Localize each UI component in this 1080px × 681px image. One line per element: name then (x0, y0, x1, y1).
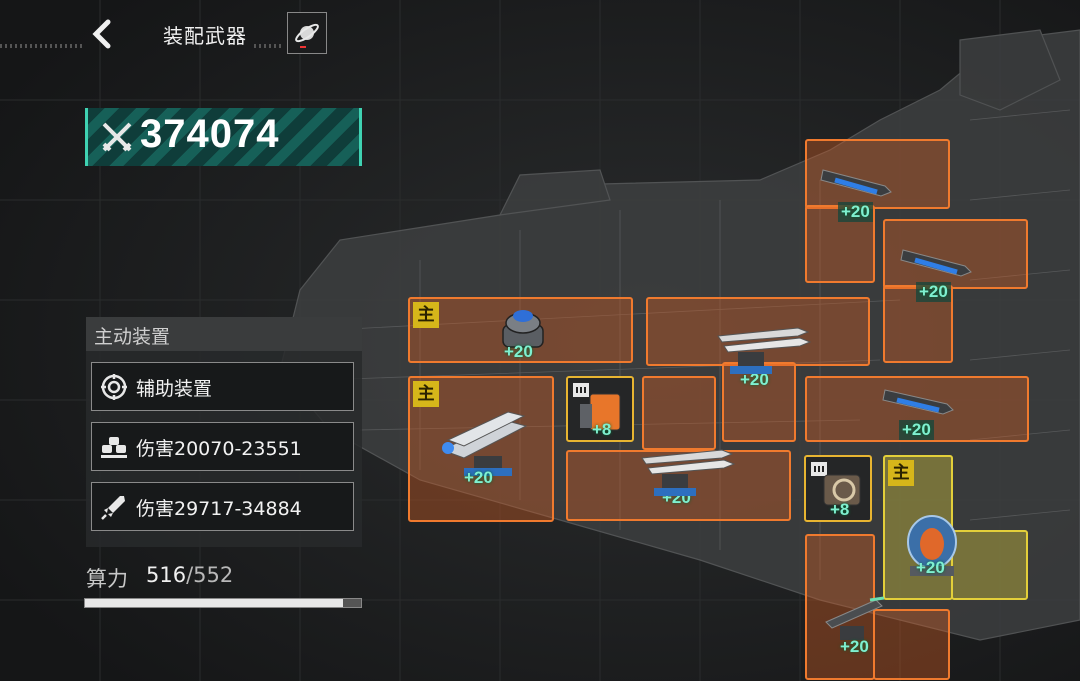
target-gear-icon (101, 374, 127, 400)
planet-button[interactable] (287, 12, 327, 54)
main-badge: 主 (413, 302, 439, 328)
bonus-label: +20 (464, 468, 493, 487)
weapon-slot-main-5[interactable]: 主 +20 (408, 376, 554, 522)
main-badge: 主 (888, 460, 914, 486)
panel-heading: 主动装置 (94, 326, 171, 348)
planet-icon (295, 23, 319, 48)
decor-stripe (0, 44, 84, 48)
compute-value: 516/552 (146, 563, 233, 587)
damage-label-1: 伤害20070-23551 (136, 438, 302, 460)
missile-launcher-icon (641, 449, 736, 496)
compute-label: 算力 (86, 567, 128, 591)
weapon-slot-7[interactable]: +20 (805, 376, 1029, 442)
panel-header: 主动装置 (86, 317, 362, 351)
combat-power-display: 374074 (85, 108, 362, 166)
back-button[interactable] (86, 16, 120, 52)
damage-item-2[interactable]: 伤害29717-34884 (91, 482, 354, 531)
combat-power-value: 374074 (140, 112, 280, 156)
decor-stripe (254, 44, 284, 48)
bonus-label: +20 (504, 342, 533, 361)
chevron-left-icon (92, 19, 111, 49)
bonus-label: +20 (840, 637, 869, 656)
bonus-label: +8 (592, 420, 612, 439)
compute-bar-fill (85, 599, 344, 607)
page-title: 装配武器 (163, 24, 247, 48)
bonus-label: +20 (916, 558, 945, 577)
turret-cluster-icon (101, 437, 127, 458)
compute-max: 552 (193, 563, 234, 587)
missile-launcher-icon (717, 327, 812, 374)
crossed-swords-icon (102, 122, 132, 152)
top-bar: 装配武器 (0, 0, 1080, 70)
damage-item-1[interactable]: 伤害20070-23551 (91, 422, 354, 471)
compute-bar (84, 598, 362, 608)
bonus-label: +20 (916, 282, 951, 302)
missile-icon (101, 496, 125, 520)
weapon-slot-main-1[interactable]: 主 +20 (408, 297, 633, 363)
aux-device-label: 辅助装置 (136, 378, 213, 400)
aux-device-item[interactable]: 辅助装置 (91, 362, 354, 411)
module-slot-2[interactable]: +8 (804, 455, 872, 522)
railgun-pod-icon (882, 389, 954, 415)
weapon-slot-6[interactable] (642, 376, 716, 450)
railgun-pod-icon (820, 169, 892, 197)
damage-label-2: 伤害29717-34884 (136, 498, 302, 520)
bonus-label: +20 (899, 420, 934, 440)
compute-used: 516 (146, 563, 187, 587)
bonus-label: +8 (830, 500, 850, 519)
railgun-pod-icon (900, 249, 972, 277)
bonus-label: +20 (838, 202, 873, 222)
module-slot-1[interactable]: +8 (566, 376, 634, 442)
